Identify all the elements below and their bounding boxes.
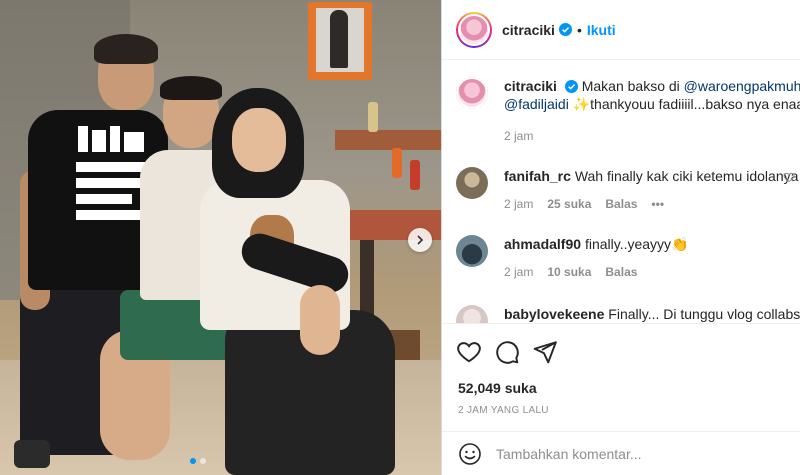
post-photo[interactable] [0,0,441,475]
emoji-icon[interactable] [458,442,482,466]
comment-body: finally..yeayyy👏 [584,236,689,252]
carousel-dot [200,458,206,464]
author-username[interactable]: citraciki [502,22,555,38]
comment-more-button[interactable]: ••• [651,197,664,211]
comment-body: Finally... Di tunggu vlog collabsnya [608,306,800,322]
photo-person-3-hand [300,285,340,355]
post-header: citraciki • Ikuti [442,0,800,60]
carousel-dots [190,458,206,464]
caption-username[interactable]: citraciki [504,78,557,94]
post-actions: 52,049 suka 2 JAM YANG LALU [442,323,800,431]
comment-meta: 2 jam 10 suka Balas [504,265,637,279]
verified-badge-icon [564,80,578,93]
like-count[interactable]: 52,049 suka [458,380,537,396]
comment-reply-button[interactable]: Balas [605,265,637,279]
comments-list[interactable]: citraciki Makan bakso di @waroengpakmuh … [442,61,800,323]
comment-text: fanifah_rc Wah finally kak ciki ketemu i… [504,167,800,185]
comment-like-count[interactable]: 25 suka [547,197,591,211]
carousel-next-button[interactable] [408,228,432,252]
comment-username[interactable]: babylovekeene [504,306,604,322]
comment-avatar[interactable] [456,167,488,199]
photo-bottle [368,102,378,132]
caption-meta: 2 jam [504,129,533,143]
caption-time[interactable]: 2 jam [504,129,533,143]
post-detail-panel: citraciki • Ikuti citraciki Makan bakso … [441,0,800,475]
photo-shelf [335,130,441,150]
post-timestamp[interactable]: 2 JAM YANG LALU [458,405,549,416]
photo-bottle [410,160,420,190]
add-comment-bar [442,431,800,475]
photo-person-2-hair [160,76,222,100]
verified-badge-icon [558,23,572,36]
comment-body: Wah finally kak ciki ketemu idolanya 😋 [574,168,800,184]
caption-text-after: thankyouu fadiiiil...bakso nya enaakk [590,96,800,112]
comment-username[interactable]: fanifah_rc [504,168,571,184]
caption-text-before: Makan bakso di [581,78,684,94]
photo-person-1-hair [94,34,158,64]
comment-avatar[interactable] [456,305,488,323]
comment-time[interactable]: 2 jam [504,265,533,279]
caption-text: citraciki Makan bakso di @waroengpakmuh … [504,77,800,113]
carousel-dot-active [190,458,196,464]
chevron-right-icon [417,235,424,245]
comment-username[interactable]: ahmadalf90 [504,236,581,252]
photo-bottle [392,148,402,178]
comment-time[interactable]: 2 jam [504,197,533,211]
comment-text: babylovekeene Finally... Di tunggu vlog … [504,305,800,323]
caption-avatar[interactable] [456,77,488,109]
share-send-icon[interactable] [532,339,558,365]
author-avatar[interactable] [456,11,492,48]
caption-emoji: ✨ [572,96,591,112]
avatar-image [456,77,488,109]
like-heart-icon[interactable] [456,339,482,365]
comment-avatar[interactable] [456,235,488,267]
follow-button[interactable]: Ikuti [587,22,616,38]
comment-reply-button[interactable]: Balas [605,197,637,211]
avatar-image [458,13,490,46]
comment-text: ahmadalf90 finally..yeayyy👏 [504,235,800,253]
caption-mention[interactable]: @fadiljaidi [504,96,569,112]
photo-person-3-face [232,108,286,172]
header-separator: • [576,21,582,38]
comment-meta: 2 jam 25 suka Balas ••• [504,197,664,211]
comment-bubble-icon[interactable] [494,339,520,365]
comment-input[interactable] [496,445,776,462]
photo-person-1-shoe [14,440,50,468]
photo-frame-figure [330,10,348,68]
comment-like-count[interactable]: 10 suka [547,265,591,279]
caption-mention[interactable]: @waroengpakmuh [684,78,800,94]
comment-like-icon[interactable] [783,171,795,183]
